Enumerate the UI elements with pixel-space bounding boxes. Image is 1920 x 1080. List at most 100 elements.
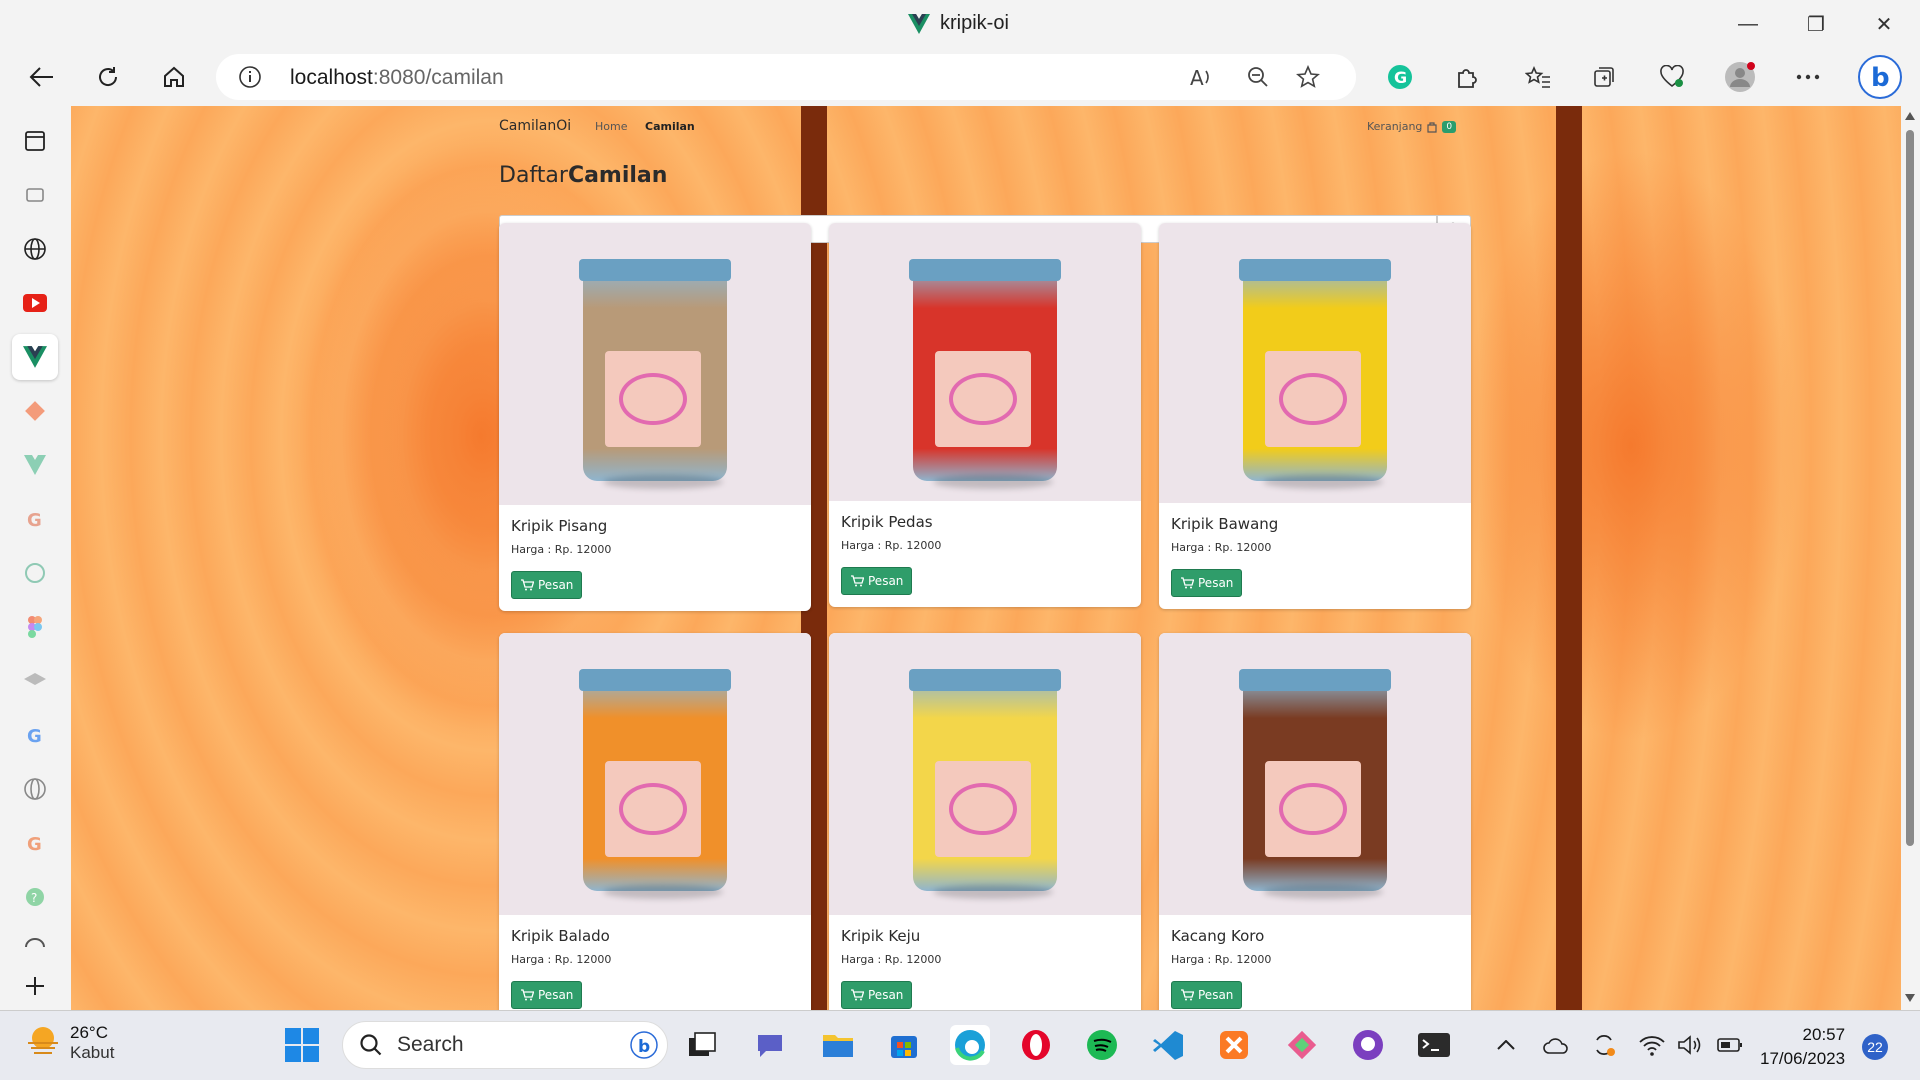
svg-text:?: ? xyxy=(31,891,37,905)
store-button[interactable] xyxy=(884,1025,924,1065)
google-icon: G xyxy=(27,834,42,854)
back-button[interactable] xyxy=(22,57,62,97)
sidebar-layers-button[interactable] xyxy=(12,658,58,704)
sidebar-google3-button[interactable]: G xyxy=(12,820,58,866)
order-button[interactable]: Pesan xyxy=(841,567,913,595)
brand-logo[interactable]: CamilanOi xyxy=(499,118,571,134)
sidebar-globe-button[interactable] xyxy=(12,226,58,272)
sidebar-vue2-button[interactable] xyxy=(12,442,58,488)
git-icon xyxy=(25,401,45,421)
url-host: localhost xyxy=(290,66,373,89)
product-card: Kripik Pedas Harga : Rp. 12000 Pesan xyxy=(829,223,1141,607)
sidebar-figma-button[interactable] xyxy=(12,604,58,650)
bag-label xyxy=(1265,761,1361,857)
restore-button[interactable]: ❐ xyxy=(1788,8,1844,40)
info-icon[interactable] xyxy=(238,65,262,89)
cart-link[interactable]: Keranjang 0 xyxy=(1367,120,1457,133)
speaker-icon xyxy=(1678,1035,1701,1055)
xampp-button[interactable] xyxy=(1214,1025,1254,1065)
chevron-up-icon xyxy=(1497,1040,1515,1050)
url-text[interactable]: localhost:8080/camilan xyxy=(290,66,504,90)
notification-badge[interactable]: 22 xyxy=(1862,1034,1888,1060)
spotify-button[interactable] xyxy=(1082,1025,1122,1065)
weather-widget[interactable]: 26°C Kabut xyxy=(26,1023,114,1063)
github-desktop-button[interactable] xyxy=(1348,1025,1388,1065)
close-button[interactable]: ✕ xyxy=(1856,8,1912,40)
battery-button[interactable] xyxy=(1712,1025,1748,1065)
product-price: Harga : Rp. 12000 xyxy=(511,953,612,966)
tray-overflow-button[interactable] xyxy=(1488,1025,1524,1065)
terminal-button[interactable] xyxy=(1414,1025,1454,1065)
sidebar-workspace-button[interactable] xyxy=(12,172,58,218)
vscode-button[interactable] xyxy=(1148,1025,1188,1065)
teams-chat-button[interactable] xyxy=(750,1025,790,1065)
order-button[interactable]: Pesan xyxy=(511,571,583,599)
sidebar-app-button[interactable]: ? xyxy=(12,874,58,920)
edge-icon xyxy=(955,1030,985,1061)
tab-actions-button[interactable] xyxy=(12,118,58,164)
favorite-star-icon[interactable] xyxy=(1296,65,1320,89)
address-bar[interactable]: localhost:8080/camilan A xyxy=(216,54,1356,100)
add-sidebar-button[interactable] xyxy=(12,966,58,1006)
sidebar-chatgpt-button[interactable] xyxy=(12,550,58,596)
extensions-button[interactable] xyxy=(1446,57,1486,97)
git-kraken-icon xyxy=(1287,1030,1317,1060)
product-price: Harga : Rp. 12000 xyxy=(841,539,942,552)
order-button[interactable]: Pesan xyxy=(511,981,583,1009)
grammarly-extension[interactable]: G xyxy=(1380,57,1420,97)
sidebar-google2-button[interactable]: G xyxy=(12,712,58,758)
sidebar-git-button[interactable] xyxy=(12,388,58,434)
task-view-button[interactable] xyxy=(682,1025,722,1065)
scroll-up-icon[interactable] xyxy=(1905,112,1915,120)
bag-shadow xyxy=(603,885,723,899)
sidebar-web-button[interactable] xyxy=(12,766,58,812)
opera-button[interactable] xyxy=(1016,1025,1056,1065)
collections-button[interactable] xyxy=(1584,57,1624,97)
read-aloud-icon[interactable]: A xyxy=(1188,65,1214,89)
sync-button[interactable] xyxy=(1586,1025,1622,1065)
start-button[interactable] xyxy=(282,1025,322,1065)
bag-logo xyxy=(619,373,687,425)
search-icon xyxy=(360,1034,382,1056)
git-client-button[interactable] xyxy=(1282,1025,1322,1065)
browser-essentials-button[interactable] xyxy=(1652,57,1692,97)
sidebar-vue-tab[interactable] xyxy=(12,334,58,380)
page-scrollbar[interactable] xyxy=(1901,106,1920,1010)
url-path: :8080/camilan xyxy=(372,66,504,89)
system-clock[interactable]: 20:57 17/06/2023 xyxy=(1760,1023,1845,1071)
settings-menu-button[interactable] xyxy=(1788,57,1828,97)
sidebar-youtube-button[interactable] xyxy=(12,280,58,326)
profile-button[interactable] xyxy=(1720,57,1760,97)
order-button[interactable]: Pesan xyxy=(1171,981,1243,1009)
order-button[interactable]: Pesan xyxy=(1171,569,1243,597)
onedrive-button[interactable] xyxy=(1538,1025,1574,1065)
vue-icon xyxy=(23,346,47,368)
product-image xyxy=(1159,223,1471,503)
favorites-button[interactable] xyxy=(1518,57,1558,97)
title-bar: kripik-oi — ❐ ✕ xyxy=(0,0,1920,48)
minimize-button[interactable]: — xyxy=(1720,8,1776,40)
nav-home-link[interactable]: Home xyxy=(595,120,627,133)
window-title-text: kripik-oi xyxy=(940,12,1009,34)
nav-camilan-link[interactable]: Camilan xyxy=(645,120,695,133)
taskbar: 26°C Kabut Search b 20:57 17/06/2023 22 xyxy=(0,1010,1920,1080)
sidebar-google-button[interactable]: G xyxy=(12,496,58,542)
cart-label: Keranjang xyxy=(1367,120,1423,133)
scrollbar-thumb[interactable] xyxy=(1906,130,1914,846)
refresh-button[interactable] xyxy=(88,57,128,97)
home-button[interactable] xyxy=(154,57,194,97)
order-button[interactable]: Pesan xyxy=(841,981,913,1009)
zoom-out-icon[interactable] xyxy=(1246,65,1270,89)
volume-button[interactable] xyxy=(1672,1025,1708,1065)
scroll-down-icon[interactable] xyxy=(1905,994,1915,1002)
taskbar-search[interactable]: Search b xyxy=(342,1021,668,1069)
edge-button[interactable] xyxy=(950,1025,990,1065)
bing-copilot-button[interactable]: b xyxy=(1856,53,1904,101)
sidebar-more-button[interactable] xyxy=(12,928,58,958)
product-bag xyxy=(909,259,1061,489)
wifi-button[interactable] xyxy=(1634,1025,1670,1065)
page-title: DaftarCamilan xyxy=(499,163,667,188)
file-explorer-button[interactable] xyxy=(818,1025,858,1065)
product-bag xyxy=(579,669,731,899)
opera-icon xyxy=(1022,1030,1050,1060)
